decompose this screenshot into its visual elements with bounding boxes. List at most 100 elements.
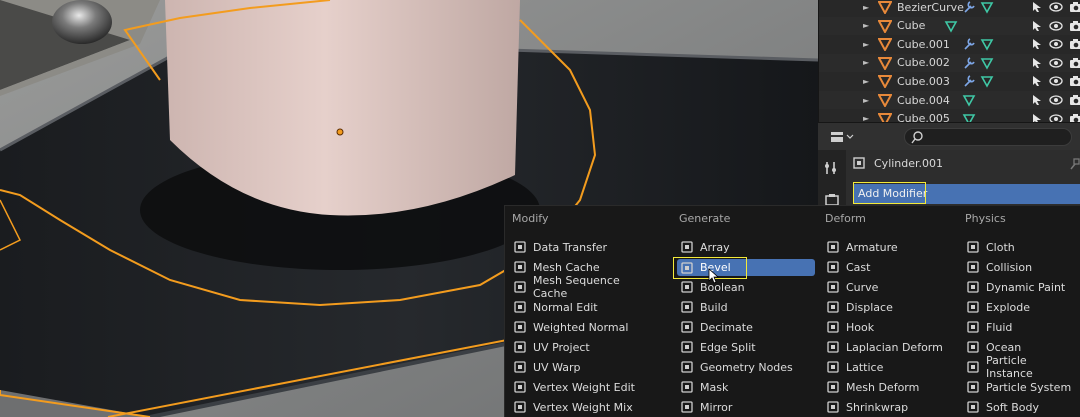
modifier-item-mask[interactable]: Mask xyxy=(680,377,820,397)
modifier-item-build[interactable]: Build xyxy=(680,297,820,317)
mesh-data-icon[interactable] xyxy=(980,0,994,14)
decimate-icon xyxy=(681,321,693,333)
editor-type-button[interactable] xyxy=(826,128,858,146)
select-arrow-icon[interactable] xyxy=(1031,38,1043,50)
modifier-item-hook[interactable]: Hook xyxy=(826,317,966,337)
outliner-item-name[interactable]: Cube.002 xyxy=(897,56,950,69)
camera-icon[interactable] xyxy=(1069,38,1080,50)
outliner-item-name[interactable]: Cube xyxy=(897,19,925,32)
modifier-item-label: Armature xyxy=(846,240,898,254)
expand-arrow-icon[interactable]: ► xyxy=(863,3,871,12)
select-arrow-icon[interactable] xyxy=(1031,113,1043,122)
expand-arrow-icon[interactable]: ► xyxy=(863,114,871,122)
mesh-data-icon[interactable] xyxy=(980,56,994,70)
outliner-item-name[interactable]: BezierCurve xyxy=(897,1,964,14)
outliner-row[interactable]: ► Cube.003 xyxy=(819,72,1080,90)
modifier-item-uv-project[interactable]: UV Project xyxy=(513,337,653,357)
camera-icon[interactable] xyxy=(1069,57,1080,69)
modifier-item-normal-edit[interactable]: Normal Edit xyxy=(513,297,653,317)
expand-arrow-icon[interactable]: ► xyxy=(863,96,871,105)
expand-arrow-icon[interactable]: ► xyxy=(863,40,871,49)
mesh-data-icon[interactable] xyxy=(980,74,994,89)
outliner-row[interactable]: ► Cube.002 xyxy=(819,53,1080,72)
modifier-item-collision[interactable]: Collision xyxy=(966,257,1076,277)
modifier-item-displace[interactable]: Displace xyxy=(826,297,966,317)
modifier-item-decimate[interactable]: Decimate xyxy=(680,317,820,337)
expand-arrow-icon[interactable]: ► xyxy=(863,58,871,67)
select-arrow-icon[interactable] xyxy=(1031,75,1043,87)
camera-icon[interactable] xyxy=(1069,75,1080,87)
tool-tab-icon[interactable] xyxy=(824,160,840,176)
modifier-item-data-transfer[interactable]: Data Transfer xyxy=(513,237,653,257)
outliner-item-name[interactable]: Cube.004 xyxy=(897,94,950,107)
expand-arrow-icon[interactable]: ► xyxy=(863,77,871,86)
modifier-item-laplacian-deform[interactable]: Laplacian Deform xyxy=(826,337,966,357)
camera-icon[interactable] xyxy=(1069,20,1080,32)
outliner-row[interactable]: ► BezierCurve xyxy=(819,0,1080,16)
select-arrow-icon[interactable] xyxy=(1031,20,1043,32)
modifier-item-cast[interactable]: Cast xyxy=(826,257,966,277)
modifier-item-vertex-weight-mix[interactable]: Vertex Weight Mix xyxy=(513,397,653,417)
modifier-item-particle-system[interactable]: Particle System xyxy=(966,377,1076,397)
modifier-item-armature[interactable]: Armature xyxy=(826,237,966,257)
outliner[interactable]: ► BezierCurve ► Cube ► Cube.001 ► Cube.002 ► Cube… xyxy=(818,0,1080,122)
modifier-item-explode[interactable]: Explode xyxy=(966,297,1076,317)
mesh-data-icon[interactable] xyxy=(980,37,994,51)
modifier-item-mesh-deform[interactable]: Mesh Deform xyxy=(826,377,966,397)
modifier-item-edge-split[interactable]: Edge Split xyxy=(680,337,820,357)
select-arrow-icon[interactable] xyxy=(1031,94,1043,106)
modifier-item-uv-warp[interactable]: UV Warp xyxy=(513,357,653,377)
eye-icon[interactable] xyxy=(1049,20,1063,32)
modifier-wrench-icon[interactable] xyxy=(962,74,976,88)
camera-icon[interactable] xyxy=(1069,1,1080,13)
modifier-item-particle-instance[interactable]: Particle Instance xyxy=(966,354,1076,380)
expand-arrow-icon[interactable]: ► xyxy=(863,21,871,30)
eye-icon[interactable] xyxy=(1049,38,1063,50)
modifier-item-mesh-sequence-cache[interactable]: Mesh Sequence Cache xyxy=(513,274,653,300)
eye-icon[interactable] xyxy=(1049,1,1063,13)
modifier-item-geometry-nodes[interactable]: Geometry Nodes xyxy=(680,357,820,377)
eye-icon[interactable] xyxy=(1049,113,1063,122)
add-modifier-button[interactable]: Add Modifier xyxy=(853,182,1080,204)
modifier-item-soft-body[interactable]: Soft Body xyxy=(966,397,1076,417)
modifier-item-lattice[interactable]: Lattice xyxy=(826,357,966,377)
mesh-data-icon[interactable] xyxy=(962,112,976,122)
outliner-row[interactable]: ► Cube.004 xyxy=(819,91,1080,109)
outliner-row[interactable]: ► Cube.001 xyxy=(819,35,1080,53)
add-modifier-menu[interactable]: Modify Data Transfer Mesh Cache Mesh Sequen… xyxy=(504,205,1080,417)
modifier-item-boolean[interactable]: Boolean xyxy=(680,277,820,297)
outliner-item-name[interactable]: Cube.001 xyxy=(897,38,950,51)
modifier-item-fluid[interactable]: Fluid xyxy=(966,317,1076,337)
modifier-item-vertex-weight-edit[interactable]: Vertex Weight Edit xyxy=(513,377,653,397)
outliner-visibility-toggles xyxy=(1031,57,1080,69)
eye-icon[interactable] xyxy=(1049,75,1063,87)
select-arrow-icon[interactable] xyxy=(1031,57,1043,69)
modifier-item-weighted-normal[interactable]: Weighted Normal xyxy=(513,317,653,337)
eye-icon[interactable] xyxy=(1049,94,1063,106)
modifier-item-label: Ocean xyxy=(986,340,1022,354)
camera-icon[interactable] xyxy=(1069,94,1080,106)
modifier-item-label: Explode xyxy=(986,300,1030,314)
outliner-visibility-toggles xyxy=(1031,113,1080,122)
object-name: Cylinder.001 xyxy=(874,156,944,170)
modifier-item-curve[interactable]: Curve xyxy=(826,277,966,297)
pin-icon[interactable] xyxy=(1068,158,1080,172)
modifier-item-array[interactable]: Array xyxy=(680,237,820,257)
mesh-data-icon[interactable] xyxy=(962,93,976,107)
modifier-item-mirror[interactable]: Mirror xyxy=(680,397,820,417)
eye-icon[interactable] xyxy=(1049,57,1063,69)
outliner-row[interactable]: ► Cube xyxy=(819,16,1080,35)
modifier-wrench-icon[interactable] xyxy=(962,37,976,51)
outliner-item-name[interactable]: Cube.003 xyxy=(897,75,950,88)
outliner-row[interactable]: ► Cube.005 xyxy=(819,110,1080,122)
modifier-wrench-icon[interactable] xyxy=(962,0,976,14)
select-arrow-icon[interactable] xyxy=(1031,1,1043,13)
modifier-item-dynamic-paint[interactable]: Dynamic Paint xyxy=(966,277,1076,297)
outliner-item-name[interactable]: Cube.005 xyxy=(897,112,950,122)
modifier-item-shrinkwrap[interactable]: Shrinkwrap xyxy=(826,397,966,417)
camera-icon[interactable] xyxy=(1069,113,1080,122)
modifier-wrench-icon[interactable] xyxy=(962,56,976,70)
properties-search-input[interactable] xyxy=(904,128,1072,146)
modifier-item-cloth[interactable]: Cloth xyxy=(966,237,1076,257)
mesh-data-icon[interactable] xyxy=(944,19,958,33)
